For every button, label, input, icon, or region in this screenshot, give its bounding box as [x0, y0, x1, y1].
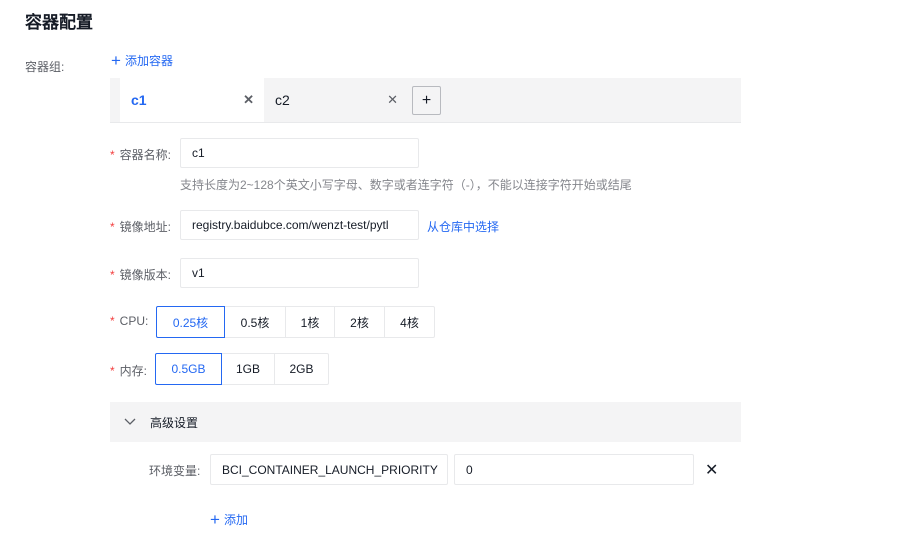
add-env-var-label: 添加 — [223, 513, 248, 527]
required-mark: * — [110, 268, 115, 282]
cpu-option-4[interactable]: 4核 — [384, 306, 435, 338]
image-address-label: * 镜像地址: — [110, 218, 171, 235]
image-address-input[interactable]: registry.baidubce.com/wenzt-test/pytl — [180, 210, 419, 240]
required-mark: * — [110, 220, 115, 234]
required-mark: * — [110, 314, 115, 328]
label-text: 镜像地址: — [119, 220, 172, 234]
input-value: BCI_CONTAINER_LAUNCH_PRIORITY — [222, 462, 438, 477]
cpu-option-0.25[interactable]: 0.25核 — [156, 306, 225, 338]
cpu-option-2[interactable]: 2核 — [334, 306, 385, 338]
tab-c2[interactable]: c2 ✕ — [264, 78, 408, 122]
container-name-input[interactable]: c1 — [180, 138, 419, 168]
plus-icon: + — [111, 50, 121, 70]
tab-label: c1 — [131, 92, 147, 108]
container-name-label: * 容器名称: — [110, 146, 171, 163]
add-tab-button[interactable]: + — [412, 86, 441, 115]
memory-option-0.5gb[interactable]: 0.5GB — [155, 353, 222, 385]
memory-label: * 内存: — [110, 362, 147, 379]
memory-radio-group: 0.5GB 1GB 2GB — [155, 353, 329, 385]
select-from-registry-link[interactable]: 从仓库中选择 — [427, 218, 499, 235]
container-tab-bar: c1 ✕ c2 ✕ + — [110, 78, 741, 123]
input-value: registry.baidubce.com/wenzt-test/pytl — [192, 218, 389, 232]
container-name-hint: 支持长度为2~128个英文小写字母、数字或者连字符（-），不能以连接字符开始或结… — [180, 178, 632, 192]
close-icon[interactable]: ✕ — [387, 92, 398, 108]
chevron-down-icon — [124, 416, 136, 428]
env-var-key-input[interactable]: BCI_CONTAINER_LAUNCH_PRIORITY — [210, 454, 448, 485]
cpu-option-0.5[interactable]: 0.5核 — [224, 306, 286, 338]
advanced-settings-header[interactable]: 高级设置 — [110, 402, 741, 442]
close-icon[interactable]: ✕ — [705, 460, 718, 480]
plus-icon: + — [421, 91, 432, 109]
input-value: v1 — [192, 266, 205, 280]
cpu-label: * CPU: — [110, 314, 148, 328]
label-text: 内存: — [119, 364, 148, 378]
input-value: c1 — [192, 146, 205, 160]
image-version-input[interactable]: v1 — [180, 258, 419, 288]
add-env-var-button[interactable]: + 添加 — [210, 511, 248, 528]
env-var-value-input[interactable]: 0 — [454, 454, 694, 485]
memory-option-2gb[interactable]: 2GB — [274, 353, 329, 385]
advanced-settings-title: 高级设置 — [150, 415, 199, 430]
cpu-radio-group: 0.25核 0.5核 1核 2核 4核 — [156, 306, 435, 338]
add-container-label: 添加容器 — [124, 54, 173, 68]
page-title: 容器配置 — [25, 13, 93, 32]
container-group-label: 容器组: — [25, 60, 65, 74]
tab-c1[interactable]: c1 ✕ — [120, 78, 264, 122]
env-var-label: 环境变量: — [149, 464, 201, 478]
tab-label: c2 — [275, 92, 290, 108]
label-text: 容器名称: — [119, 148, 172, 162]
required-mark: * — [110, 148, 115, 162]
required-mark: * — [110, 364, 115, 378]
memory-option-1gb[interactable]: 1GB — [221, 353, 275, 385]
cpu-option-1[interactable]: 1核 — [285, 306, 335, 338]
plus-icon: + — [210, 509, 220, 529]
label-text: CPU: — [119, 314, 149, 328]
label-text: 镜像版本: — [119, 268, 172, 282]
image-version-label: * 镜像版本: — [110, 266, 171, 283]
add-container-button[interactable]: + 添加容器 — [111, 52, 173, 69]
input-value: 0 — [466, 462, 473, 477]
close-icon[interactable]: ✕ — [243, 92, 254, 108]
